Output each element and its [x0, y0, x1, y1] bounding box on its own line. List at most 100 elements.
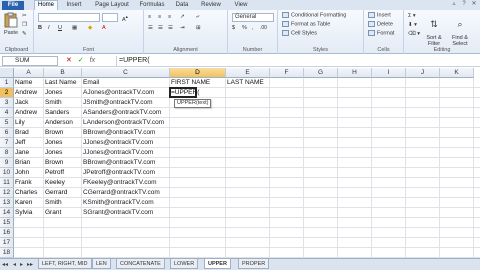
enter-formula-icon[interactable]: ✓ [78, 57, 84, 64]
last-name-cell[interactable]: Jones [44, 88, 62, 98]
email-cell[interactable]: BBrown@ontrackTV.com [82, 128, 155, 138]
percent-icon[interactable]: % [242, 25, 247, 32]
align-left-icon[interactable]: ☰ [148, 25, 153, 32]
number-format-dropdown[interactable]: General [232, 13, 274, 22]
delete-cells-button[interactable]: Delete [368, 21, 393, 28]
row-header-14[interactable]: 14 [0, 208, 14, 218]
last-name-cell[interactable]: Smith [44, 98, 62, 108]
select-all-corner[interactable] [0, 68, 14, 78]
cell-styles-button[interactable]: Cell Styles [282, 30, 317, 37]
email-cell[interactable]: KSmith@ontrackTV.com [82, 198, 154, 208]
first-name-cell[interactable]: Jack [14, 98, 28, 108]
insert-cells-button[interactable]: Insert [368, 12, 391, 19]
formula-input[interactable]: =UPPER( [116, 56, 476, 66]
first-name-cell[interactable]: Brad [14, 128, 29, 138]
sheet-tab-proper[interactable]: PROPER [238, 259, 270, 269]
column-header-a[interactable]: A [14, 68, 44, 78]
last-name-cell[interactable]: Jones [44, 138, 62, 148]
italic-icon[interactable]: I [48, 25, 50, 32]
tab-review[interactable]: Review [198, 1, 224, 10]
currency-icon[interactable]: $ [232, 25, 235, 32]
top-align-icon[interactable]: ≡ [148, 14, 151, 21]
tab-data[interactable]: Data [172, 1, 192, 10]
first-name-cell[interactable]: Frank [14, 178, 32, 188]
last-name-cell[interactable]: Smith [44, 198, 62, 208]
clear-icon[interactable]: ⌫ ▾ [408, 31, 420, 38]
row-header-10[interactable]: 10 [0, 168, 14, 178]
column-header-i[interactable]: I [372, 68, 406, 78]
decimal-icon[interactable]: .00 [260, 25, 267, 32]
email-cell[interactable]: FKeeley@ontrackTV.com [82, 178, 157, 188]
header-cell[interactable]: LAST NAME [226, 78, 264, 88]
first-sheet-icon[interactable]: ◂◂ [2, 261, 8, 268]
conditional-formatting-button[interactable]: Conditional Formatting [282, 12, 346, 19]
orientation-icon[interactable]: ↗ [180, 14, 185, 21]
row-header-5[interactable]: 5 [0, 118, 14, 128]
worksheet-grid[interactable]: A B C D E F G H I J K 1 2 3 4 5 6 7 8 9 10 11 12 13 14 15 16 17 18 Na… [0, 68, 480, 258]
paste-button[interactable]: Paste [2, 12, 20, 36]
column-header-f[interactable]: F [270, 68, 304, 78]
cut-icon[interactable]: ✂ [22, 13, 27, 20]
first-name-cell[interactable]: Andrew [14, 108, 37, 118]
align-center-icon[interactable]: ☰ [158, 25, 163, 32]
row-header-6[interactable]: 6 [0, 128, 14, 138]
autosum-icon[interactable]: Σ ▾ [408, 13, 416, 20]
row-header-13[interactable]: 13 [0, 198, 14, 208]
row-header-3[interactable]: 3 [0, 98, 14, 108]
indent-icon[interactable]: ⇥ [180, 25, 185, 32]
font-size-box[interactable] [102, 13, 118, 22]
sheet-tab-concatenate[interactable]: CONCATENATE [116, 259, 165, 269]
bold-icon[interactable]: B [38, 25, 42, 32]
close-workbook-icon[interactable]: ✕ [470, 1, 478, 8]
row-header-16[interactable]: 16 [0, 228, 14, 238]
align-right-icon[interactable]: ☰ [168, 25, 173, 32]
last-name-cell[interactable]: Keeley [44, 178, 65, 188]
tab-view[interactable]: View [230, 1, 252, 10]
copy-icon[interactable]: ❐ [22, 22, 27, 29]
last-name-cell[interactable]: Anderson [44, 118, 73, 128]
row-header-15[interactable]: 15 [0, 218, 14, 228]
grow-font-icon[interactable]: A▴ [122, 13, 128, 24]
header-cell[interactable]: Name [14, 78, 32, 88]
header-cell[interactable]: Email [82, 78, 99, 88]
last-sheet-icon[interactable]: ▸▸ [27, 261, 33, 268]
column-header-k[interactable]: K [440, 68, 474, 78]
first-name-cell[interactable]: Charles [14, 188, 37, 198]
underline-icon[interactable]: U [58, 25, 62, 32]
format-painter-icon[interactable]: ✎ [22, 31, 27, 38]
first-name-cell[interactable]: Jane [14, 148, 29, 158]
column-header-b[interactable]: B [44, 68, 82, 78]
borders-icon[interactable]: ▦ [72, 25, 77, 32]
last-name-cell[interactable]: Brown [44, 158, 63, 168]
tab-home[interactable]: Home [34, 0, 58, 10]
tab-file[interactable]: File [2, 1, 24, 10]
format-as-table-button[interactable]: Format as Table [282, 21, 330, 28]
email-cell[interactable]: CGerrard@ontrackTV.com [82, 188, 160, 198]
sheet-tab-len[interactable]: LEN [92, 259, 111, 269]
minimize-ribbon-icon[interactable]: ▵ [450, 1, 458, 8]
format-cells-button[interactable]: Format [368, 30, 394, 37]
row-header-1[interactable]: 1 [0, 78, 14, 88]
column-header-d[interactable]: D [170, 68, 226, 78]
tab-formulas[interactable]: Formulas [138, 1, 166, 10]
column-header-g[interactable]: G [304, 68, 338, 78]
email-cell[interactable]: BBrown@ontrackTV.com [82, 158, 155, 168]
middle-align-icon[interactable]: ≡ [158, 14, 161, 21]
column-header-c[interactable]: C [82, 68, 170, 78]
font-color-icon[interactable]: A [102, 25, 106, 32]
wrap-text-icon[interactable]: ⤶ [196, 14, 199, 21]
insert-function-icon[interactable]: fx [90, 57, 95, 64]
email-cell[interactable]: SGrant@ontrackTV.com [82, 208, 153, 218]
first-name-cell[interactable]: Andrew [14, 88, 37, 98]
first-name-cell[interactable]: Lily [14, 118, 25, 128]
help-icon[interactable]: ? [460, 1, 468, 8]
row-header-7[interactable]: 7 [0, 138, 14, 148]
fill-color-icon[interactable]: ◆ [88, 25, 92, 32]
comma-icon[interactable]: , [252, 25, 254, 32]
row-header-8[interactable]: 8 [0, 148, 14, 158]
fill-icon[interactable]: ⬇ ▾ [408, 22, 417, 29]
row-header-17[interactable]: 17 [0, 238, 14, 248]
tab-insert[interactable]: Insert [62, 1, 86, 10]
tab-page-layout[interactable]: Page Layout [92, 1, 132, 10]
first-name-cell[interactable]: Jeff [14, 138, 25, 148]
